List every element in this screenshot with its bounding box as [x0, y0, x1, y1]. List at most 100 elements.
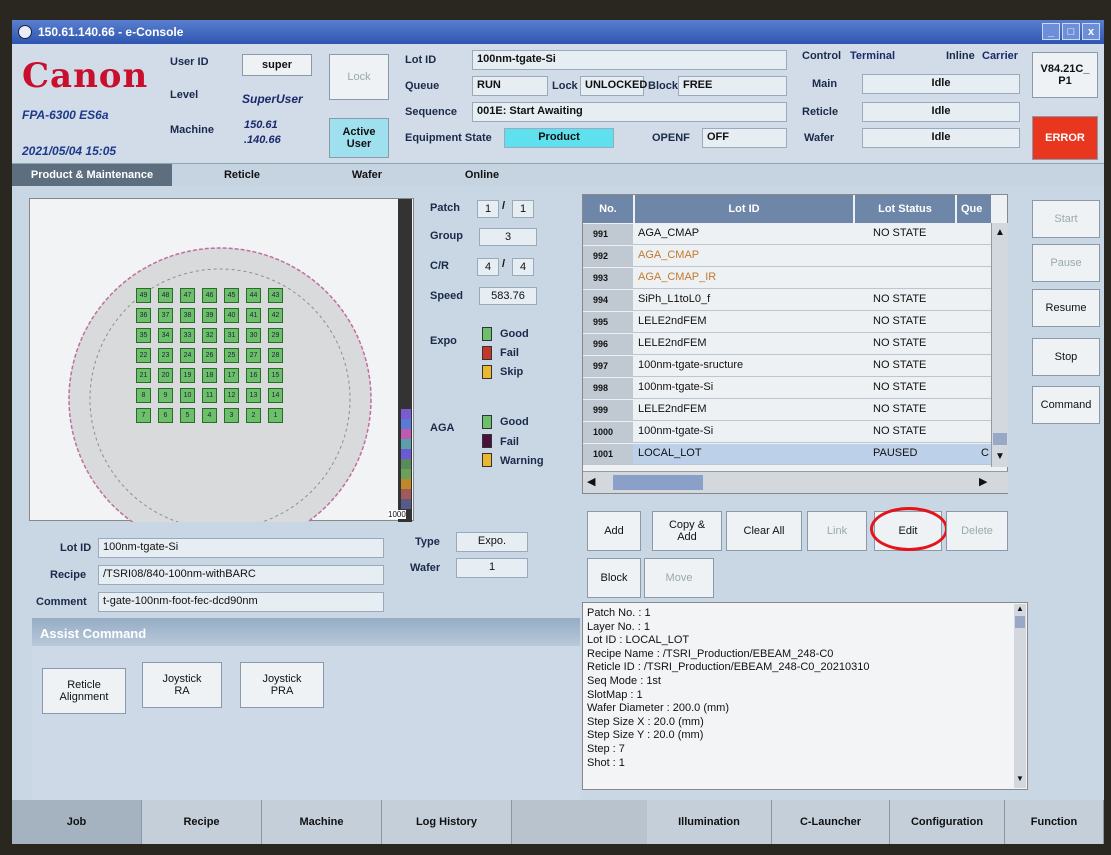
die-cell[interactable]: 43 [268, 288, 283, 303]
col-header-queue[interactable]: Que [957, 195, 991, 223]
die-cell[interactable]: 25 [224, 348, 239, 363]
table-row[interactable]: 992 AGA_CMAP [583, 246, 991, 267]
detail-scroll-up-icon[interactable]: ▲ [1014, 604, 1026, 613]
error-button[interactable]: ERROR [1032, 116, 1098, 160]
add-button[interactable]: Add [587, 511, 641, 551]
die-cell[interactable]: 49 [136, 288, 151, 303]
die-cell[interactable]: 31 [224, 328, 239, 343]
die-cell[interactable]: 10 [180, 388, 195, 403]
die-cell[interactable]: 48 [158, 288, 173, 303]
reticle-alignment-button[interactable]: Reticle Alignment [42, 668, 126, 714]
die-cell[interactable]: 3 [224, 408, 239, 423]
tab-online[interactable]: Online [422, 164, 542, 186]
resume-button[interactable]: Resume [1032, 289, 1100, 327]
die-cell[interactable]: 23 [158, 348, 173, 363]
bottom-tab-job[interactable]: Job [12, 800, 142, 844]
version-button[interactable]: V84.21C_ P1 [1032, 52, 1098, 98]
active-user-button[interactable]: Active User [329, 118, 389, 158]
tab-reticle[interactable]: Reticle [172, 164, 312, 186]
bottom-tab-function[interactable]: Function [1005, 800, 1104, 844]
pause-button[interactable]: Pause [1032, 244, 1100, 282]
die-cell[interactable]: 11 [202, 388, 217, 403]
die-cell[interactable]: 22 [136, 348, 151, 363]
block-button[interactable]: Block [587, 558, 641, 598]
scroll-down-icon[interactable]: ▼ [993, 451, 1007, 465]
bottom-tab-recipe[interactable]: Recipe [142, 800, 262, 844]
clear-all-button[interactable]: Clear All [726, 511, 802, 551]
table-row[interactable]: 991 AGA_CMAP NO STATE [583, 224, 991, 245]
col-header-no[interactable]: No. [583, 195, 633, 223]
table-row[interactable]: 999 LELE2ndFEM NO STATE [583, 400, 991, 421]
die-cell[interactable]: 30 [246, 328, 261, 343]
die-cell[interactable]: 42 [268, 308, 283, 323]
die-cell[interactable]: 15 [268, 368, 283, 383]
die-cell[interactable]: 5 [180, 408, 195, 423]
die-cell[interactable]: 16 [246, 368, 261, 383]
die-cell[interactable]: 17 [224, 368, 239, 383]
die-cell[interactable]: 14 [268, 388, 283, 403]
die-cell[interactable]: 2 [246, 408, 261, 423]
col-header-lot-id[interactable]: Lot ID [635, 195, 853, 223]
copy-add-button[interactable]: Copy & Add [652, 511, 722, 551]
die-cell[interactable]: 7 [136, 408, 151, 423]
table-row[interactable]: 998 100nm-tgate-Si NO STATE [583, 378, 991, 399]
die-cell[interactable]: 26 [202, 348, 217, 363]
table-row[interactable]: 1000 100nm-tgate-Si NO STATE [583, 422, 991, 443]
die-cell[interactable]: 28 [268, 348, 283, 363]
die-cell[interactable]: 21 [136, 368, 151, 383]
bottom-tab-log-history[interactable]: Log History [382, 800, 512, 844]
die-cell[interactable]: 46 [202, 288, 217, 303]
die-cell[interactable]: 29 [268, 328, 283, 343]
h-scroll-thumb[interactable] [613, 475, 703, 490]
command-button[interactable]: Command [1032, 386, 1100, 424]
die-cell[interactable]: 36 [136, 308, 151, 323]
die-cell[interactable]: 20 [158, 368, 173, 383]
scroll-thumb[interactable] [993, 433, 1007, 445]
stop-button[interactable]: Stop [1032, 338, 1100, 376]
die-cell[interactable]: 32 [202, 328, 217, 343]
bottom-tab-configuration[interactable]: Configuration [890, 800, 1005, 844]
die-cell[interactable]: 47 [180, 288, 195, 303]
bottom-tab-illumination[interactable]: Illumination [647, 800, 772, 844]
die-cell[interactable]: 33 [180, 328, 195, 343]
table-row[interactable]: 994 SiPh_L1toL0_f NO STATE [583, 290, 991, 311]
minimize-icon[interactable]: _ [1042, 23, 1060, 40]
die-cell[interactable]: 45 [224, 288, 239, 303]
table-row[interactable]: 995 LELE2ndFEM NO STATE [583, 312, 991, 333]
detail-scroll-thumb[interactable] [1015, 616, 1025, 628]
die-cell[interactable]: 44 [246, 288, 261, 303]
lock-button[interactable]: Lock [329, 54, 389, 100]
die-cell[interactable]: 38 [180, 308, 195, 323]
joystick-ra-button[interactable]: Joystick RA [142, 662, 222, 708]
detail-scrollbar[interactable]: ▲ ▼ [1014, 604, 1026, 788]
table-row[interactable]: 996 LELE2ndFEM NO STATE [583, 334, 991, 355]
die-cell[interactable]: 41 [246, 308, 261, 323]
start-button[interactable]: Start [1032, 200, 1100, 238]
scroll-right-icon[interactable]: ▶ [979, 475, 987, 488]
die-cell[interactable]: 35 [136, 328, 151, 343]
die-cell[interactable]: 18 [202, 368, 217, 383]
move-button[interactable]: Move [644, 558, 714, 598]
die-cell[interactable]: 13 [246, 388, 261, 403]
scroll-up-icon[interactable]: ▲ [993, 227, 1007, 241]
col-header-lot-status[interactable]: Lot Status [855, 195, 955, 223]
die-cell[interactable]: 24 [180, 348, 195, 363]
bottom-tab-machine[interactable]: Machine [262, 800, 382, 844]
die-cell[interactable]: 6 [158, 408, 173, 423]
scroll-left-icon[interactable]: ◀ [587, 475, 595, 488]
die-cell[interactable]: 4 [202, 408, 217, 423]
die-cell[interactable]: 1 [268, 408, 283, 423]
die-cell[interactable]: 19 [180, 368, 195, 383]
die-cell[interactable]: 34 [158, 328, 173, 343]
maximize-icon[interactable]: □ [1062, 23, 1080, 40]
joystick-pra-button[interactable]: Joystick PRA [240, 662, 324, 708]
table-row[interactable]: 993 AGA_CMAP_IR [583, 268, 991, 289]
table-row[interactable]: 997 100nm-tgate-sructure NO STATE [583, 356, 991, 377]
die-cell[interactable]: 9 [158, 388, 173, 403]
vertical-scrollbar[interactable]: ▲ ▼ [991, 223, 1008, 467]
link-button[interactable]: Link [807, 511, 867, 551]
delete-button[interactable]: Delete [946, 511, 1008, 551]
die-cell[interactable]: 37 [158, 308, 173, 323]
bottom-tab-c-launcher[interactable]: C-Launcher [772, 800, 890, 844]
die-cell[interactable]: 40 [224, 308, 239, 323]
